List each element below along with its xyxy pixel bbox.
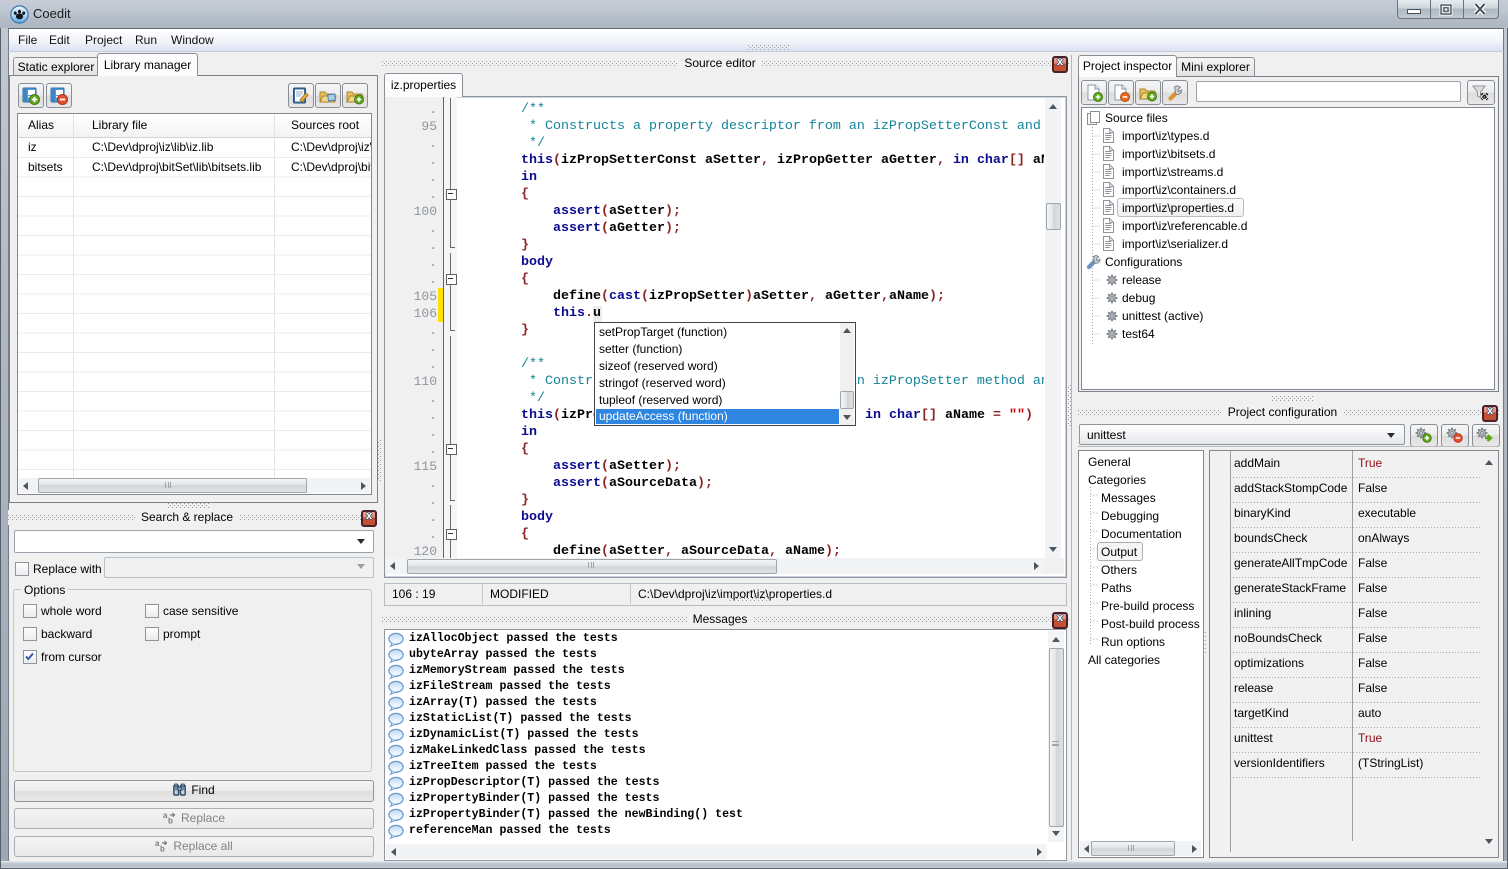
- svg-text:b: b: [160, 845, 165, 853]
- svg-text:b: b: [168, 817, 173, 825]
